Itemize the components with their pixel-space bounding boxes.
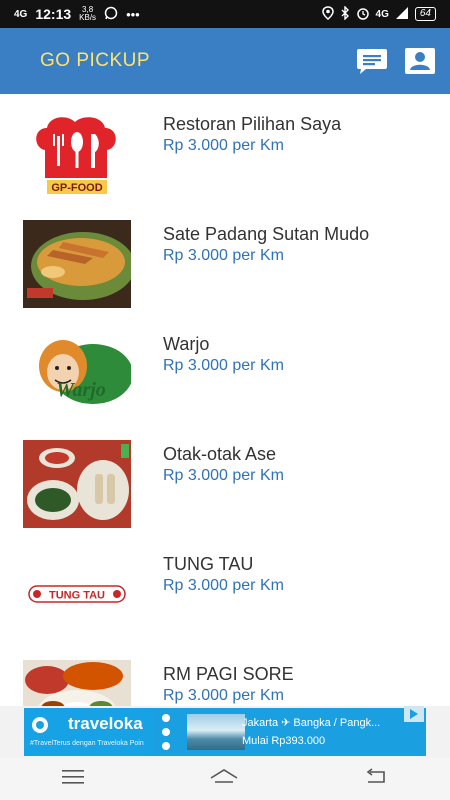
restaurant-photo	[23, 660, 131, 706]
bluetooth-icon	[340, 4, 350, 23]
alarm-icon	[356, 6, 370, 23]
restaurant-photo	[23, 440, 131, 528]
back-icon	[366, 767, 385, 783]
profile-button[interactable]	[404, 46, 436, 76]
ad-route: Jakarta ✈ Bangka / Pangk...	[242, 717, 381, 729]
list-item[interactable]: Sate Padang Sutan Mudo Rp 3.000 per Km	[0, 204, 450, 314]
carousel-dot	[162, 728, 170, 736]
location-icon	[321, 5, 334, 23]
menu-icon	[62, 769, 85, 784]
network-indicator-right: 4G	[375, 8, 389, 20]
delivery-price: Rp 3.000 per Km	[163, 357, 284, 374]
tung-tau-logo-text: TUNG TAU	[49, 590, 105, 602]
carousel-dot	[162, 714, 170, 722]
ad-brand-name: traveloka	[68, 714, 143, 733]
restaurant-name: Sate Padang Sutan Mudo	[163, 224, 370, 244]
restaurant-logo: Warjo	[23, 330, 131, 418]
gp-food-logo-text: GP-FOOD	[51, 182, 102, 194]
signal-icon	[395, 6, 409, 23]
profile-icon	[405, 48, 435, 74]
ad-carousel-dots	[162, 714, 170, 750]
chat-icon	[357, 49, 387, 74]
delivery-price: Rp 3.000 per Km	[163, 137, 284, 154]
ad-destination-photo	[187, 714, 245, 750]
restaurant-name: Otak-otak Ase	[163, 444, 277, 464]
delivery-price: Rp 3.000 per Km	[163, 687, 284, 704]
adchoices-icon[interactable]	[404, 706, 424, 722]
list-item[interactable]: TUNG TAU TUNG TAU Rp 3.000 per Km	[0, 534, 450, 644]
warjo-logo-text: Warjo	[56, 379, 106, 401]
delivery-price: Rp 3.000 per Km	[163, 247, 284, 264]
menu-button[interactable]	[62, 769, 85, 790]
list-item[interactable]: RM PAGI SORE Rp 3.000 per Km	[0, 644, 450, 706]
list-item[interactable]: GP-FOOD Restoran Pilihan Saya Rp 3.000 p…	[0, 94, 450, 204]
status-time: 12:13	[35, 6, 72, 22]
ad-brand-panel: traveloka #TravelTerus dengan Traveloka …	[24, 708, 154, 756]
restaurant-name: TUNG TAU	[163, 554, 254, 574]
more-notifications-icon: •••	[126, 6, 140, 22]
restaurant-logo: TUNG TAU	[23, 550, 131, 638]
chat-button[interactable]	[356, 46, 388, 76]
restaurant-list: GP-FOOD Restoran Pilihan Saya Rp 3.000 p…	[0, 94, 450, 706]
whatsapp-icon	[104, 6, 118, 23]
carousel-dot	[162, 742, 170, 750]
list-item[interactable]: Otak-otak Ase Rp 3.000 per Km	[0, 424, 450, 534]
home-icon	[210, 768, 238, 783]
delivery-price: Rp 3.000 per Km	[163, 577, 284, 594]
network-speed: 3,8 KB/s	[79, 5, 97, 22]
home-button[interactable]	[209, 768, 239, 791]
status-bar: 4G 12:13 3,8 KB/s ••• 4G 64	[0, 0, 450, 28]
restaurant-logo: GP-FOOD	[23, 110, 131, 198]
battery-indicator: 64	[414, 7, 436, 21]
restaurant-name: Warjo	[163, 334, 210, 354]
network-indicator: 4G	[14, 8, 28, 20]
delivery-price: Rp 3.000 per Km	[163, 467, 284, 484]
system-nav-bar	[0, 758, 450, 800]
ad-tagline: #TravelTerus dengan Traveloka Poin	[30, 740, 144, 747]
restaurant-name: RM PAGI SORE	[163, 664, 294, 684]
restaurant-name: Restoran Pilihan Saya	[163, 114, 342, 134]
ad-banner[interactable]: traveloka #TravelTerus dengan Traveloka …	[0, 706, 450, 758]
ad-offer: Mulai Rp393.000	[242, 735, 326, 747]
back-button[interactable]	[364, 767, 388, 791]
app-bar: GO PICKUP	[0, 28, 450, 94]
ad-content[interactable]: traveloka #TravelTerus dengan Traveloka …	[24, 708, 426, 756]
restaurant-photo	[23, 220, 131, 308]
traveloka-logo-icon	[32, 717, 48, 733]
app-title: GO PICKUP	[40, 50, 151, 71]
list-item[interactable]: Warjo Warjo Rp 3.000 per Km	[0, 314, 450, 424]
